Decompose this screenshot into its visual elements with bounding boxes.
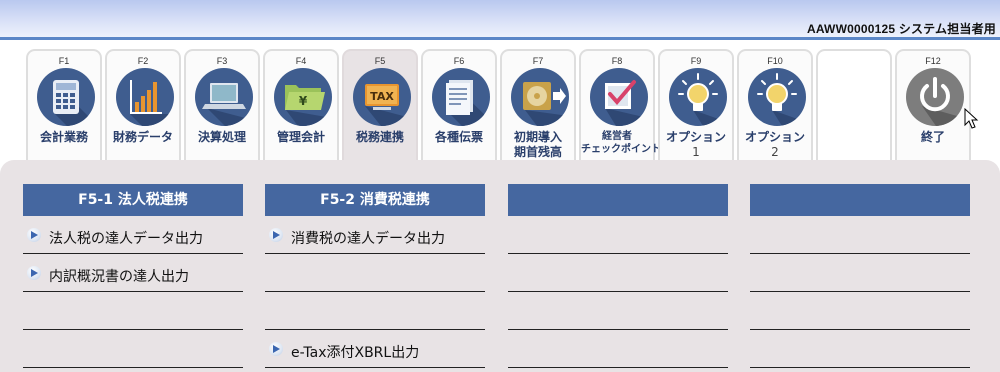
tab-f2[interactable]: F2 財務データ (105, 49, 181, 161)
tab-f6[interactable]: F6 各種伝票 (421, 49, 497, 161)
menu-item-empty (508, 216, 728, 254)
mouse-cursor-icon (964, 108, 979, 129)
menu-item-empty (23, 330, 243, 368)
menu-item-empty (750, 254, 970, 292)
play-arrow-icon (269, 228, 283, 242)
menu-item-label: 法人税の達人データ出力 (49, 231, 203, 247)
menu-item-empty (750, 292, 970, 330)
fkey-label: F5 (374, 56, 386, 66)
fkey-label: F7 (532, 56, 544, 66)
tab-label-line2: 期首残高 (513, 145, 562, 159)
checkbox-icon (590, 68, 648, 126)
tab-label: 経営者 チェックポイント (581, 130, 661, 156)
menu-item[interactable]: 内訳概況書の達人出力 (23, 254, 243, 292)
tab-label: 決算処理 (197, 130, 246, 144)
tab-label-line2: 1 (692, 145, 700, 159)
menu-item-empty (750, 330, 970, 368)
tab-label: 終了 (920, 130, 945, 144)
menu-panel: F5-1 法人税連携 法人税の達人データ出力 内訳概況書の達人出力 F5-2 消… (0, 160, 1000, 372)
yen-folder-icon: ¥ (274, 68, 332, 126)
tab-f11-empty (816, 49, 892, 161)
tab-label-line1: 経営者 (602, 131, 632, 142)
calculator-icon (37, 68, 95, 126)
menu-column-3 (508, 184, 728, 368)
play-arrow-icon (27, 228, 41, 242)
tab-label: オプション 1 (660, 130, 732, 160)
menu-item-empty (508, 292, 728, 330)
tab-label: オプション 2 (739, 130, 811, 160)
menu-item[interactable]: 消費税の達人データ出力 (265, 216, 485, 254)
tab-label-line1: オプション (744, 130, 805, 144)
menu-item-empty (750, 216, 970, 254)
tab-label: 各種伝票 (434, 130, 483, 144)
laptop-icon (195, 68, 253, 126)
fkey-label: F6 (453, 56, 465, 66)
tab-label-line2: 2 (771, 145, 779, 159)
lightbulb-icon (669, 68, 727, 126)
lightbulb-icon (748, 68, 806, 126)
tab-label-line2: チェックポイント (581, 144, 661, 155)
tab-f7[interactable]: F7 初期導入 期首残高 (500, 49, 576, 161)
tab-label: 税務連携 (355, 130, 404, 144)
svg-text:TAX: TAX (370, 90, 394, 103)
play-arrow-icon (269, 342, 283, 356)
menu-item-empty (508, 330, 728, 368)
play-arrow-icon (27, 266, 41, 280)
tab-label: 会計業務 (39, 130, 88, 144)
power-icon (906, 68, 964, 126)
fkey-label: F8 (611, 56, 623, 66)
menu-column-1: F5-1 法人税連携 法人税の達人データ出力 内訳概況書の達人出力 (23, 184, 243, 368)
menu-item-empty (508, 254, 728, 292)
menu-item-empty (265, 254, 485, 292)
menu-item-empty (265, 292, 485, 330)
disc-export-icon (511, 68, 569, 126)
tab-label-line1: 初期導入 (513, 130, 562, 144)
tab-f5[interactable]: F5 TAX 税務連携 (342, 49, 418, 161)
tab-f3[interactable]: F3 決算処理 (184, 49, 260, 161)
menu-item-label: 内訳概況書の達人出力 (49, 269, 189, 285)
tab-f1[interactable]: F1 会計業務 (26, 49, 102, 161)
function-tabs: F1 会計業務 F2 財務データ F3 決算処理 F4 ¥ 管理会計 F5 TA… (26, 49, 1000, 161)
menu-column-4 (750, 184, 970, 368)
document-icon (432, 68, 490, 126)
column-header: F5-2 消費税連携 (265, 184, 485, 216)
tab-label: 初期導入 期首残高 (502, 130, 574, 160)
fkey-label: F9 (690, 56, 702, 66)
tax-icon: TAX (353, 68, 411, 126)
bar-chart-icon (116, 68, 174, 126)
menu-item-label: 消費税の達人データ出力 (291, 231, 445, 247)
column-header (508, 184, 728, 216)
fkey-label: F12 (925, 56, 941, 66)
tab-f10[interactable]: F10 オプション 2 (737, 49, 813, 161)
tab-f4[interactable]: F4 ¥ 管理会計 (263, 49, 339, 161)
menu-item[interactable]: e-Tax添付XBRL出力 (265, 330, 485, 368)
menu-column-2: F5-2 消費税連携 消費税の達人データ出力 e-Tax添付XBRL出力 (265, 184, 485, 368)
menu-item-empty (23, 292, 243, 330)
column-header (750, 184, 970, 216)
tab-f9[interactable]: F9 オプション 1 (658, 49, 734, 161)
fkey-label: F2 (137, 56, 149, 66)
tab-label: 管理会計 (276, 130, 325, 144)
tab-f12[interactable]: F12 終了 (895, 49, 971, 161)
tab-f8[interactable]: F8 経営者 チェックポイント (579, 49, 661, 161)
fkey-label: F3 (216, 56, 228, 66)
fkey-label: F1 (58, 56, 70, 66)
tab-label-line1: オプション (665, 130, 726, 144)
column-header: F5-1 法人税連携 (23, 184, 243, 216)
menu-item[interactable]: 法人税の達人データ出力 (23, 216, 243, 254)
header-bar: AAWW0000125 システム担当者用 (0, 0, 1000, 40)
tab-label: 財務データ (112, 130, 173, 144)
svg-text:¥: ¥ (299, 94, 308, 108)
fkey-label: F4 (295, 56, 307, 66)
screen-id-label: AAWW0000125 システム担当者用 (806, 22, 996, 36)
menu-item-label: e-Tax添付XBRL出力 (291, 345, 420, 361)
fkey-label: F10 (767, 56, 783, 66)
